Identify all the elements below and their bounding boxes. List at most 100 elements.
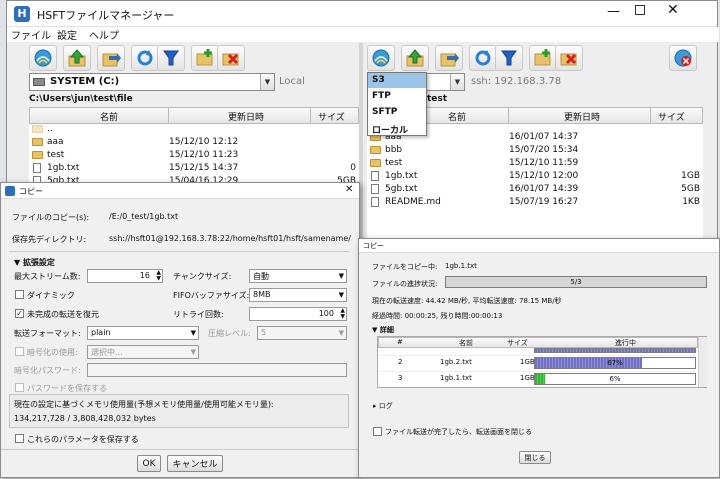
list-item[interactable]: aaa 15/12/10 12:12 — [29, 137, 359, 150]
resume-checkbox[interactable]: ✓ 未完成の転送を復元 — [15, 309, 99, 320]
list-item[interactable]: README.md 15/07/19 16:27 1KB — [367, 197, 703, 210]
refresh-icon — [475, 50, 491, 66]
close-icon[interactable]: ✕ — [667, 2, 679, 18]
new-folder-button[interactable] — [529, 45, 557, 71]
col-name[interactable]: 名前 — [100, 110, 118, 123]
option-sftp[interactable]: SFTP — [368, 105, 426, 120]
right-path: test — [427, 94, 448, 104]
chevron-down-icon: ▼ — [190, 348, 196, 356]
option-ftp[interactable]: FTP — [368, 89, 426, 104]
new-folder-button[interactable] — [191, 45, 219, 71]
chevron-down-icon[interactable]: ▼ — [450, 74, 464, 90]
list-item[interactable]: 1gb.txt 15/12/10 12:00 1GB — [367, 171, 703, 184]
row-progress-text: 67% — [607, 359, 623, 367]
chevron-down-icon[interactable]: ▼ — [191, 329, 196, 337]
format-select[interactable]: plain ▼ — [87, 326, 199, 340]
app-logo-icon: H — [14, 6, 30, 22]
max-streams-spinner[interactable]: 16 ▲ ▼ — [87, 269, 163, 283]
overall-progress-bar: 5/3 — [445, 276, 707, 288]
dynamic-checkbox[interactable]: ダイナミック — [15, 290, 75, 301]
folder-icon — [32, 137, 43, 147]
col-size[interactable]: サイズ — [318, 110, 345, 123]
cancel-button[interactable]: キャンセル — [167, 455, 223, 472]
menu-bar: ファイル 設定 ヘルプ — [7, 27, 719, 42]
delete-button[interactable] — [555, 45, 583, 71]
list-item[interactable]: test 15/12/10 11:59 — [367, 158, 703, 171]
format-label: 転送フォーマット: — [14, 329, 81, 338]
save-params-checkbox[interactable]: これらのパラメータを保存する — [15, 434, 139, 445]
close-after-checkbox[interactable]: ファイル転送が完了したら、転送画面を閉じる — [373, 426, 532, 437]
spinner-arrows-icon[interactable]: ▲ ▼ — [156, 270, 161, 282]
new-folder-icon — [534, 49, 551, 66]
refresh-button[interactable] — [131, 45, 159, 71]
chevron-down-icon[interactable]: ▼ — [339, 291, 344, 299]
col-date[interactable]: 更新日時 — [564, 110, 600, 123]
maximize-icon[interactable] — [635, 5, 645, 15]
window-title: HSFTファイルマネージャー — [37, 9, 175, 22]
table-row[interactable] — [378, 348, 698, 354]
col-name[interactable]: 名前 — [448, 110, 466, 123]
upload-button[interactable] — [401, 45, 429, 71]
list-item[interactable]: .. — [29, 124, 359, 137]
new-folder-icon — [196, 49, 213, 66]
log-toggle[interactable]: ▸ ログ — [373, 401, 393, 411]
list-item[interactable]: test 15/12/10 11:23 — [29, 150, 359, 163]
overall-progress-text: 5/3 — [570, 278, 582, 286]
fifo-select[interactable]: 8MB ▼ — [249, 288, 347, 302]
parent-folder-icon — [32, 124, 43, 134]
dialog-title: コピー — [19, 187, 43, 196]
transfer-table: # 名前 サイズ 進行中 2 1gb.2.txt 1GB 67% 3 1gb.1… — [377, 336, 707, 388]
memory-value: 134,217,728 / 3,808,428,032 bytes — [14, 414, 156, 423]
upload-button[interactable] — [63, 45, 91, 71]
disconnect-icon — [674, 49, 692, 67]
chevron-down-icon[interactable]: ▼ — [260, 74, 274, 90]
table-scrollbar[interactable] — [698, 337, 707, 387]
dialog-title-bar: コピー ✕ — [1, 183, 359, 199]
filter-funnel-icon — [501, 50, 517, 66]
disconnect-button[interactable] — [669, 45, 697, 71]
delete-button[interactable] — [217, 45, 245, 71]
spinner-arrows-icon[interactable]: ▲ ▼ — [340, 308, 345, 320]
chunk-select[interactable]: 自動 ▼ — [249, 269, 347, 283]
advanced-toggle[interactable]: ▼ 拡張設定 — [14, 257, 55, 268]
menu-file[interactable]: ファイル — [11, 27, 51, 42]
dialog-title-bar: コピー — [359, 239, 719, 253]
close-icon[interactable]: ✕ — [345, 184, 353, 195]
filter-funnel-icon — [163, 50, 179, 66]
file-icon — [33, 163, 41, 174]
col-size[interactable]: サイズ — [658, 110, 685, 123]
compress-select: 5 ▼ — [257, 326, 347, 340]
list-item[interactable]: 5gb.txt 16/01/07 14:39 5GB — [367, 184, 703, 197]
protocol-dropdown: S3 FTP SFTP ローカル — [367, 72, 427, 136]
transfer-arrow-icon — [440, 53, 459, 67]
dialog-title: コピー — [363, 242, 384, 250]
filter-button[interactable] — [495, 45, 523, 71]
connect-button[interactable] — [29, 45, 57, 71]
compress-label: 圧縮レベル: — [208, 329, 251, 338]
menu-help[interactable]: ヘルプ — [89, 27, 119, 42]
option-local[interactable]: ローカル — [368, 121, 426, 136]
refresh-icon — [137, 50, 153, 66]
details-toggle[interactable]: ▼ 詳細 — [372, 325, 394, 335]
minimize-icon[interactable]: — — [607, 4, 620, 19]
close-button[interactable]: 閉じる — [519, 451, 551, 464]
password-field — [87, 363, 347, 377]
list-item[interactable]: 1gb.txt 15/12/15 14:37 0 — [29, 163, 359, 176]
table-row[interactable]: 3 1gb.1.txt 1GB 6% — [378, 371, 698, 385]
chunk-label: チャンクサイズ: — [173, 272, 232, 281]
list-item[interactable]: bbb 15/07/20 15:34 — [367, 145, 703, 158]
chevron-down-icon[interactable]: ▼ — [339, 272, 344, 280]
filter-button[interactable] — [157, 45, 185, 71]
table-row[interactable]: 2 1gb.2.txt 1GB 67% — [378, 355, 698, 369]
retry-spinner[interactable]: 100 ▲ ▼ — [249, 307, 347, 321]
time-text: 経過時間: 00:00:25, 残り時間:00:00:13 — [372, 312, 503, 320]
col-date[interactable]: 更新日時 — [228, 110, 264, 123]
ok-button[interactable]: OK — [137, 455, 161, 472]
transfer-button[interactable] — [97, 45, 125, 71]
menu-settings[interactable]: 設定 — [57, 27, 77, 42]
refresh-button[interactable] — [469, 45, 497, 71]
connect-button[interactable] — [367, 45, 395, 71]
left-drive-select[interactable]: SYSTEM (C:) ▼ — [29, 73, 275, 91]
transfer-button[interactable] — [435, 45, 463, 71]
option-s3[interactable]: S3 — [368, 73, 426, 88]
